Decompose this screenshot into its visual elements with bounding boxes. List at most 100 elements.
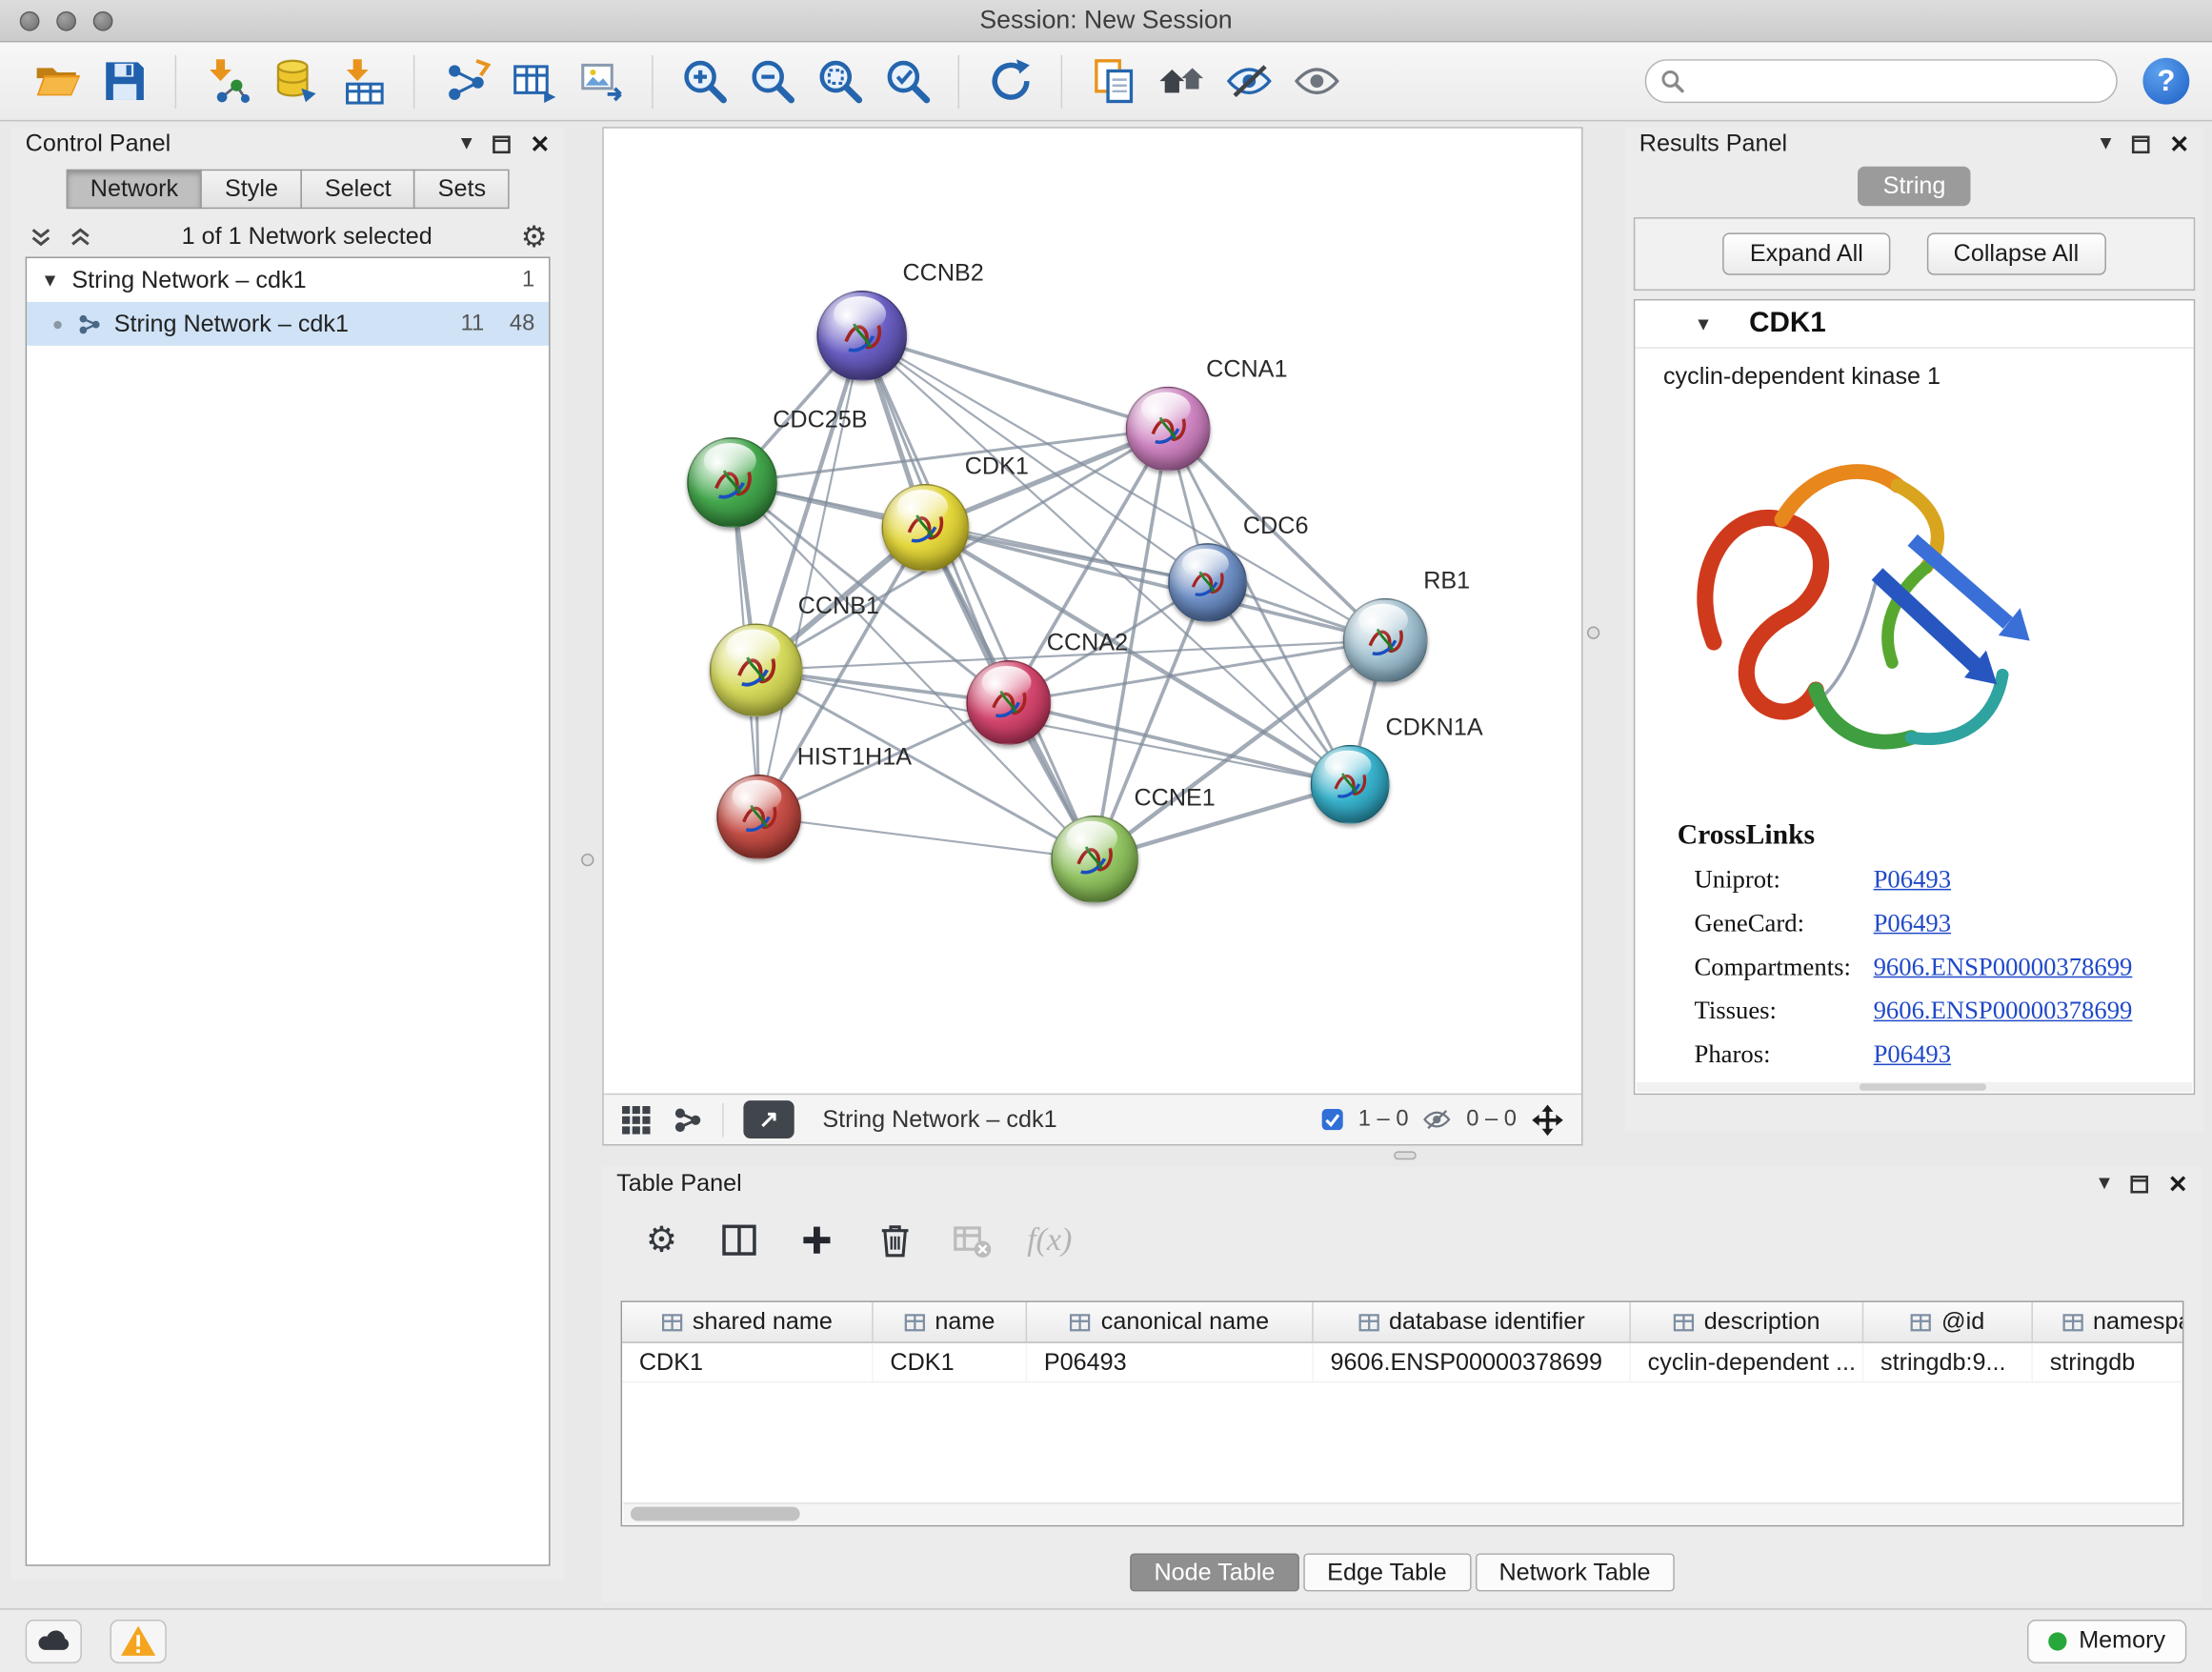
network-canvas[interactable]: CCNB2 CCNA1 CDC25B CDK1 CDC6 RB1 CCNB1 C… [604, 129, 1581, 1094]
panel-menu-caret-icon[interactable]: ▾ [461, 132, 473, 155]
network-edge[interactable] [1009, 702, 1350, 784]
panel-menu-caret-icon[interactable]: ▾ [2101, 132, 2112, 155]
close-window-button[interactable] [20, 11, 40, 31]
cell-name[interactable]: CDK1 [874, 1343, 1027, 1381]
table-settings-button[interactable]: ⚙ [639, 1218, 684, 1262]
export-image-button[interactable] [567, 48, 634, 115]
string-results-tab[interactable]: String [1858, 167, 1971, 206]
close-panel-icon[interactable]: ✕ [2169, 131, 2189, 155]
grid-view-icon[interactable] [621, 1104, 653, 1136]
zoom-in-button[interactable] [670, 48, 737, 115]
crosslink-value[interactable]: P06493 [1874, 1039, 1951, 1069]
gear-icon[interactable]: ⚙ [521, 222, 548, 252]
import-table-button[interactable] [329, 48, 396, 115]
crosslink-value[interactable]: 9606.ENSP00000378699 [1874, 953, 2133, 982]
new-table-button[interactable] [499, 48, 567, 115]
minimize-window-button[interactable] [56, 11, 76, 31]
network-edge[interactable] [862, 335, 1095, 858]
network-node-CCNB1[interactable] [710, 624, 803, 717]
network-node-RB1[interactable] [1343, 598, 1428, 683]
cell-namespace[interactable]: stringdb [2033, 1343, 2183, 1381]
delete-column-button[interactable] [872, 1218, 916, 1262]
selected-checkbox-icon[interactable] [1320, 1107, 1344, 1131]
import-database-button[interactable] [261, 48, 329, 115]
cell-shared-name[interactable]: CDK1 [622, 1343, 874, 1381]
tab-sets[interactable]: Sets [413, 170, 510, 209]
close-panel-icon[interactable]: ✕ [2168, 1172, 2188, 1196]
show-panels-button[interactable] [1282, 48, 1350, 115]
detach-view-button[interactable]: ↗ [743, 1100, 794, 1138]
network-node-CDC6[interactable] [1168, 543, 1247, 622]
float-panel-icon[interactable] [2131, 134, 2149, 152]
apply-layout-button[interactable] [976, 48, 1044, 115]
float-panel-icon[interactable] [492, 134, 510, 152]
cell-description[interactable]: cyclin-dependent ... [1631, 1343, 1863, 1381]
zoom-fit-button[interactable] [806, 48, 874, 115]
column-header-id[interactable]: @id [1863, 1302, 2033, 1341]
expand-all-button[interactable]: Expand All [1723, 232, 1890, 274]
help-button[interactable]: ? [2142, 58, 2189, 105]
memory-button[interactable]: Memory [2026, 1619, 2186, 1662]
network-node-CDK1[interactable] [882, 484, 970, 572]
cell-id[interactable]: stringdb:9... [1863, 1343, 2033, 1381]
hide-panels-button[interactable] [1215, 48, 1282, 115]
zoom-out-button[interactable] [737, 48, 805, 115]
gene-disclosure-triangle-icon[interactable]: ▼ [1695, 313, 1713, 334]
disclosure-triangle-icon[interactable]: ▼ [41, 270, 59, 291]
network-thumbnail-icon[interactable] [672, 1104, 703, 1136]
select-columns-button[interactable] [716, 1218, 761, 1262]
network-row[interactable]: ● String Network – cdk1 11 48 [27, 302, 549, 346]
new-network-from-selection-button[interactable] [432, 48, 499, 115]
tab-style[interactable]: Style [201, 170, 302, 209]
results-scrollbar[interactable] [1637, 1082, 2192, 1092]
save-session-button[interactable] [90, 48, 158, 115]
delete-table-button[interactable] [950, 1218, 995, 1262]
network-node-CDKN1A[interactable] [1311, 745, 1390, 824]
open-session-button[interactable] [23, 48, 90, 115]
panel-menu-caret-icon[interactable]: ▾ [2099, 1173, 2110, 1196]
column-header-canonical-name[interactable]: canonical name [1027, 1302, 1314, 1341]
collapse-all-icon[interactable] [29, 224, 54, 250]
network-node-HIST1H1A[interactable] [716, 775, 801, 859]
network-edge[interactable] [862, 335, 1168, 429]
column-header-namespace[interactable]: namespace [2033, 1302, 2183, 1341]
crosslink-value[interactable]: P06493 [1874, 865, 1951, 895]
add-column-button[interactable] [794, 1218, 839, 1262]
tab-node-table[interactable]: Node Table [1130, 1553, 1298, 1591]
cell-database-identifier[interactable]: 9606.ENSP00000378699 [1314, 1343, 1631, 1381]
tab-select[interactable]: Select [301, 170, 415, 209]
splitter-handle[interactable] [1587, 627, 1599, 639]
column-header-shared-name[interactable]: shared name [622, 1302, 874, 1341]
network-node-CCNA1[interactable] [1126, 387, 1211, 472]
column-header-description[interactable]: description [1631, 1302, 1863, 1341]
network-edge[interactable] [759, 816, 1095, 858]
tab-network-table[interactable]: Network Table [1475, 1553, 1674, 1591]
welcome-screen-button[interactable] [1147, 48, 1215, 115]
pan-move-icon[interactable] [1531, 1102, 1565, 1137]
search-input[interactable] [1695, 69, 2102, 94]
zoom-selected-button[interactable] [874, 48, 941, 115]
cloud-status-button[interactable] [26, 1619, 82, 1662]
column-header-database-identifier[interactable]: database identifier [1314, 1302, 1631, 1341]
crosslink-value[interactable]: 9606.ENSP00000378699 [1874, 996, 2133, 1025]
duplicate-network-button[interactable] [1079, 48, 1147, 115]
splitter-handle[interactable] [1394, 1151, 1417, 1159]
import-network-button[interactable] [193, 48, 261, 115]
network-node-CCNE1[interactable] [1051, 816, 1138, 903]
function-builder-button[interactable]: f(x) [1027, 1218, 1072, 1262]
tab-edge-table[interactable]: Edge Table [1303, 1553, 1471, 1591]
tab-network[interactable]: Network [67, 170, 203, 209]
column-header-name[interactable]: name [874, 1302, 1027, 1341]
network-node-CCNA2[interactable] [966, 660, 1051, 745]
network-node-CCNB2[interactable] [816, 291, 907, 381]
warnings-button[interactable] [111, 1619, 167, 1662]
network-collection-row[interactable]: ▼ String Network – cdk1 1 [27, 258, 549, 302]
table-row[interactable]: CDK1 CDK1 P06493 9606.ENSP00000378699 cy… [622, 1343, 2183, 1382]
close-panel-icon[interactable]: ✕ [530, 131, 550, 155]
crosslink-value[interactable]: P06493 [1874, 909, 1951, 938]
table-horizontal-scrollbar[interactable] [624, 1502, 2182, 1523]
global-search[interactable] [1645, 59, 2118, 103]
network-node-CDC25B[interactable] [687, 437, 777, 528]
maximize-window-button[interactable] [93, 11, 113, 31]
collapse-all-button[interactable]: Collapse All [1926, 232, 2105, 274]
